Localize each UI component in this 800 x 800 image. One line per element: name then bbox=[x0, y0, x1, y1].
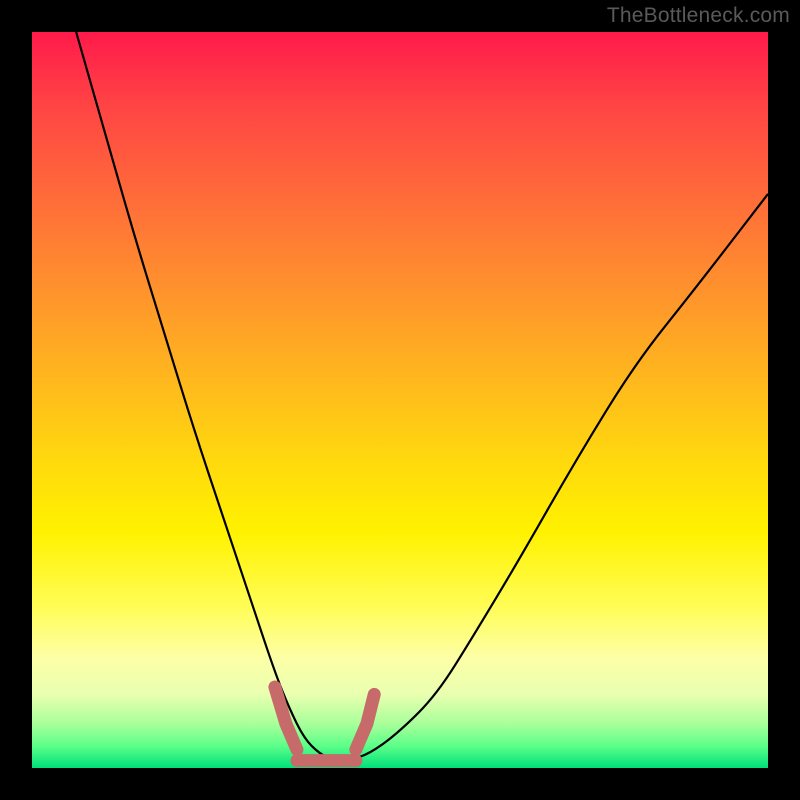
curve-svg bbox=[32, 32, 768, 768]
plot-area bbox=[32, 32, 768, 768]
watermark-text: TheBottleneck.com bbox=[607, 4, 790, 28]
bottleneck-curve bbox=[76, 32, 768, 761]
chart-frame: TheBottleneck.com bbox=[0, 0, 800, 800]
markers-right bbox=[356, 694, 374, 749]
